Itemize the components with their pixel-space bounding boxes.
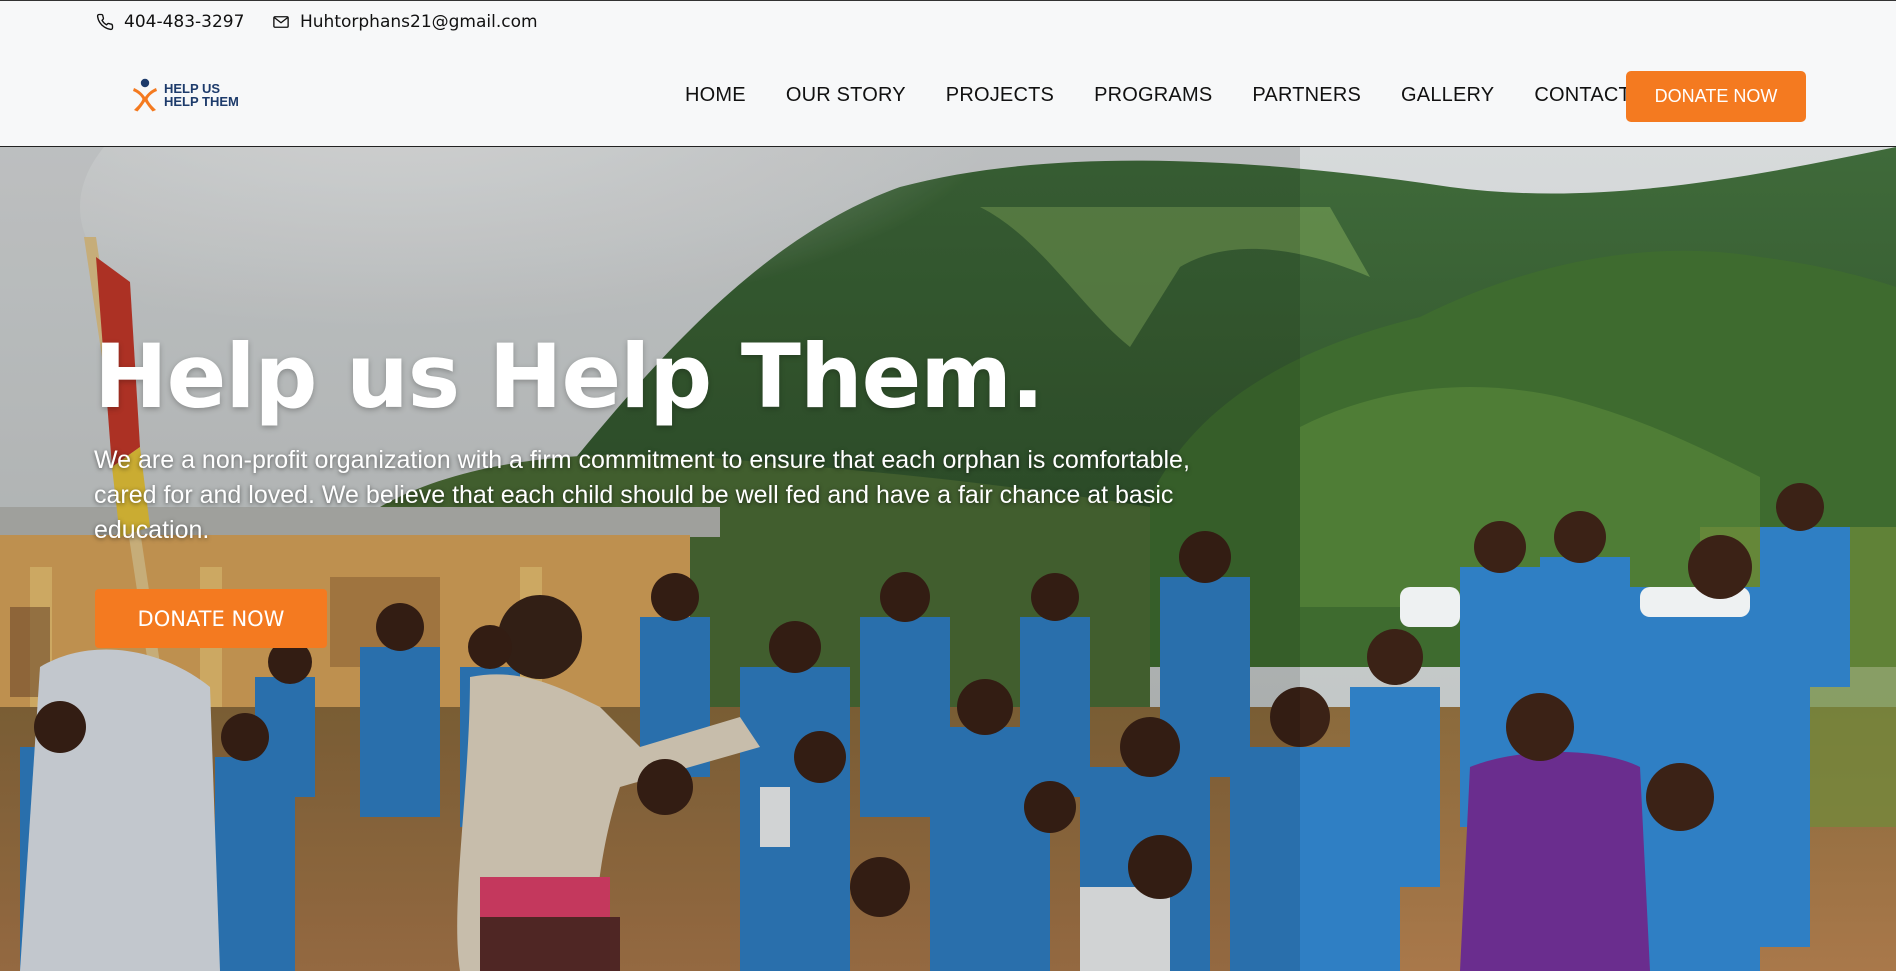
person-x-logo-icon [133, 78, 157, 112]
nav-item-projects[interactable]: PROJECTS [946, 84, 1054, 107]
nav-item-our-story[interactable]: OUR STORY [786, 84, 906, 107]
site-header: HELP US HELP THEM HOME OUR STORY PROJECT… [0, 44, 1896, 147]
hero-title: Help us Help Them. [94, 325, 1044, 428]
nav-item-home[interactable]: HOME [685, 84, 746, 107]
top-contact-bar: 404-483-3297 Huhtorphans21@gmail.com [0, 0, 1896, 44]
logo-wordmark: HELP US HELP THEM [164, 82, 239, 108]
site-logo[interactable]: HELP US HELP THEM [130, 78, 239, 112]
nav-item-gallery[interactable]: GALLERY [1401, 84, 1494, 107]
nav-item-partners[interactable]: PARTNERS [1252, 84, 1361, 107]
header-donate-button[interactable]: DONATE NOW [1626, 71, 1806, 122]
hero-description: We are a non-profit organization with a … [94, 446, 1190, 544]
main-nav: HOME OUR STORY PROJECTS PROGRAMS PARTNER… [685, 84, 1671, 107]
logo-line-2: HELP THEM [164, 94, 239, 109]
phone-contact[interactable]: 404-483-3297 [96, 12, 244, 32]
nav-item-contact[interactable]: CONTACT [1534, 84, 1631, 107]
hero-background-photo [0, 147, 1896, 971]
hero-section: Help us Help Them. We are a non-profit o… [0, 147, 1896, 971]
nav-item-programs[interactable]: PROGRAMS [1094, 84, 1212, 107]
phone-icon [96, 13, 114, 31]
mail-icon [273, 16, 289, 28]
email-address: Huhtorphans21@gmail.com [300, 12, 538, 32]
email-contact[interactable]: Huhtorphans21@gmail.com [272, 12, 538, 32]
phone-number: 404-483-3297 [124, 12, 245, 32]
hero-donate-button[interactable]: DONATE NOW [95, 589, 327, 648]
